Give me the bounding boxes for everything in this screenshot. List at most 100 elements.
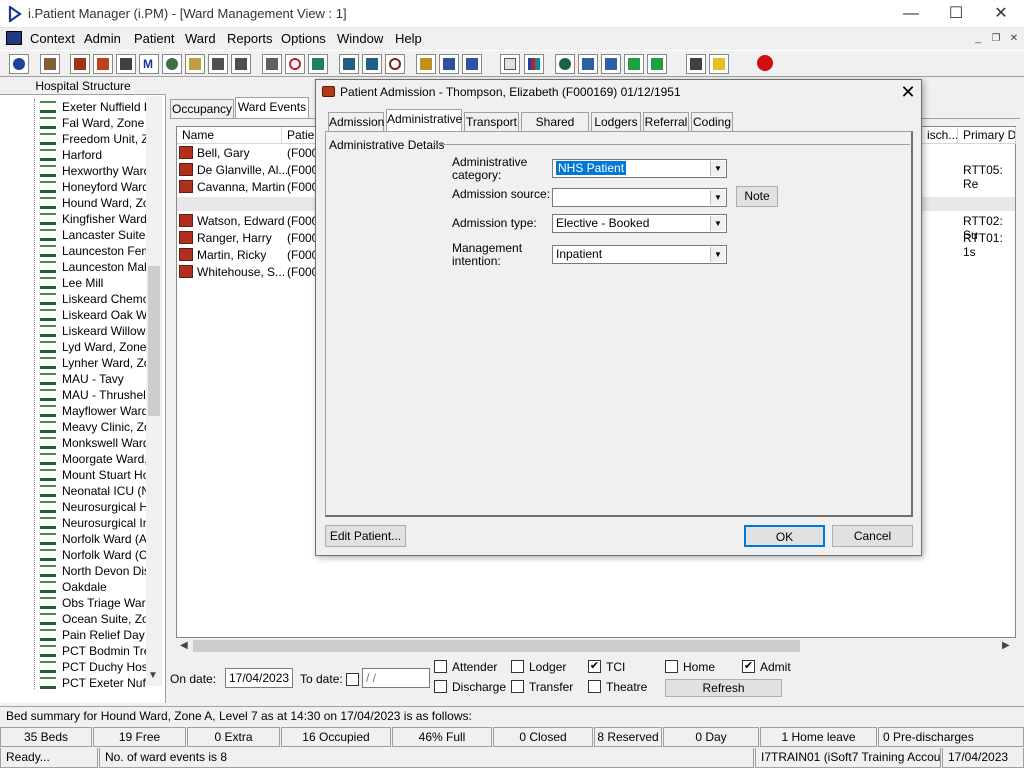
tab-admission[interactable]: Admission <box>328 112 384 131</box>
menu-reports[interactable]: Reports <box>227 31 273 46</box>
admit-checkbox[interactable]: ✔ <box>742 660 755 673</box>
ward-tree-item[interactable]: Monkswell Ward, <box>40 435 146 451</box>
refresh-button[interactable]: Refresh <box>665 679 782 697</box>
ward-tree-item[interactable]: Honeyford Ward, <box>40 179 146 195</box>
warning-tool-icon[interactable] <box>709 54 729 74</box>
notes-tool-icon[interactable] <box>185 54 205 74</box>
form-tool-icon[interactable] <box>362 54 382 74</box>
transport-tool-icon[interactable] <box>439 54 459 74</box>
chevron-down-icon[interactable]: ▼ <box>710 161 725 176</box>
bar-chart-tool-icon[interactable] <box>524 54 544 74</box>
ward-tree-item[interactable]: Norfolk Ward (Ad <box>40 531 146 547</box>
tab-shared-care[interactable]: Shared Care <box>521 112 589 147</box>
admin-category-select[interactable]: NHS Patient ▼ <box>552 159 727 178</box>
scroll-right-arrow-icon[interactable]: ▶ <box>1002 640 1010 651</box>
exit-tool-icon[interactable] <box>756 54 776 74</box>
letter-tool-icon[interactable] <box>416 54 436 74</box>
menu-context[interactable]: Context <box>30 31 75 46</box>
ward-tree-item[interactable]: Harford <box>40 147 146 163</box>
m-tool-icon[interactable]: M <box>139 54 159 74</box>
admission-source-select[interactable]: ▼ <box>552 188 727 207</box>
ward-tree-item[interactable]: PCT Bodmin Trea <box>40 643 146 659</box>
ward-tree-item[interactable]: Mayflower Ward, <box>40 403 146 419</box>
dialog-close-button[interactable]: ✕ <box>898 82 918 103</box>
tci-checkbox[interactable]: ✔ <box>588 660 601 673</box>
edit-patient-button[interactable]: Edit Patient... <box>325 525 406 547</box>
check-down-tool-icon[interactable] <box>578 54 598 74</box>
ward-tree-item[interactable]: North Devon Dist <box>40 563 146 579</box>
menu-window[interactable]: Window <box>337 31 383 46</box>
chart-tool-icon[interactable] <box>339 54 359 74</box>
ward-tree-item[interactable]: Neurosurgical Hig <box>40 499 146 515</box>
table-row[interactable]: Watson, Edward(F0001 <box>177 213 317 230</box>
ward-tree-item[interactable]: Launceston Male <box>40 259 146 275</box>
print-tool-icon[interactable] <box>40 54 60 74</box>
scroll-down-arrow-icon[interactable]: ▼ <box>148 670 158 681</box>
ward-tree-item[interactable]: Liskeard Willow V <box>40 323 146 339</box>
mdi-close-button[interactable]: ✕ <box>1006 32 1022 46</box>
monitor-tool-icon[interactable] <box>308 54 328 74</box>
menu-patient[interactable]: Patient <box>134 31 174 46</box>
tab-ward-events[interactable]: Ward Events <box>235 97 309 118</box>
ward-tree-item[interactable]: Liskeard Chemo D <box>40 291 146 307</box>
ward-tree-item[interactable]: PCT Exeter Nuffie <box>40 675 146 691</box>
scroll-left-arrow-icon[interactable]: ◀ <box>180 640 188 651</box>
ward-tree-item[interactable]: Moorgate Ward, Z <box>40 451 146 467</box>
attender-checkbox[interactable] <box>434 660 447 673</box>
to-date-checkbox[interactable] <box>346 673 359 686</box>
ward-tree-item[interactable]: Mount Stuart Hos <box>40 467 146 483</box>
ward-tree-item[interactable]: Neurosurgical Inte <box>40 515 146 531</box>
admission-type-select[interactable]: Elective - Booked ▼ <box>552 214 727 233</box>
chevron-down-icon[interactable]: ▼ <box>710 216 725 231</box>
theatre-checkbox[interactable] <box>588 680 601 693</box>
tree-vertical-scrollbar[interactable]: ▼ <box>146 96 162 686</box>
table-row[interactable]: De Glanville, Al...(F0001 <box>177 162 317 179</box>
mdi-document-icon[interactable] <box>6 31 22 45</box>
ok-button[interactable]: OK <box>744 525 825 547</box>
cancel-button[interactable]: Cancel <box>832 525 913 547</box>
grid-horizontal-scrollbar[interactable]: ◀ ▶ <box>176 638 1016 654</box>
tab-coding[interactable]: Coding <box>691 112 733 131</box>
menu-admin[interactable]: Admin <box>84 31 121 46</box>
doctor-tool-icon[interactable] <box>162 54 182 74</box>
column-header-primary-diag[interactable]: Primary Dia <box>958 127 1016 144</box>
lodger-checkbox[interactable] <box>511 660 524 673</box>
ward-tree-item[interactable]: Freedom Unit, Zo <box>40 131 146 147</box>
bed-tool-icon[interactable] <box>208 54 228 74</box>
ward-tree-item[interactable]: Lee Mill <box>40 275 146 291</box>
ward-tree-item[interactable]: Norfolk Ward (Co <box>40 547 146 563</box>
ward-tree-item[interactable]: Kingfisher Ward <box>40 211 146 227</box>
minimize-button[interactable]: — <box>888 0 934 28</box>
ward-tree-item[interactable]: MAU - Tavy <box>40 371 146 387</box>
tab-administrative[interactable]: Administrative <box>386 109 462 131</box>
tree-scroll-thumb[interactable] <box>148 266 160 416</box>
ward-tree-item[interactable]: Neonatal ICU (NN <box>40 483 146 499</box>
maximize-button[interactable]: ☐ <box>933 0 979 28</box>
tab-transport[interactable]: Transport <box>464 112 519 131</box>
menu-ward[interactable]: Ward <box>185 31 216 46</box>
grid-hscroll-thumb[interactable] <box>193 640 800 652</box>
close-button[interactable]: ✕ <box>978 0 1024 28</box>
discharge-checkbox[interactable] <box>434 680 447 693</box>
table-row[interactable]: Whitehouse, S...(F0002 <box>177 264 317 281</box>
mdi-restore-button[interactable]: ❐ <box>988 32 1004 46</box>
ward-tree-item[interactable]: MAU - Thrushel <box>40 387 146 403</box>
document-tool-icon[interactable] <box>500 54 520 74</box>
exclude-tool-icon[interactable] <box>262 54 282 74</box>
transfer-checkbox[interactable] <box>511 680 524 693</box>
ward-tree-item[interactable]: Pain Relief Day C <box>40 627 146 643</box>
home-checkbox[interactable] <box>665 660 678 673</box>
ward-tree-item[interactable]: Hexworthy Ward, <box>40 163 146 179</box>
menu-options[interactable]: Options <box>281 31 326 46</box>
ward-tree-item[interactable]: Fal Ward, Zone E <box>40 115 146 131</box>
patient-search-tool-icon[interactable] <box>9 54 29 74</box>
table-row[interactable]: Cavanna, Martin(F0001 <box>177 179 317 196</box>
chevron-down-icon[interactable]: ▼ <box>710 247 725 262</box>
tab-referral[interactable]: Referral <box>643 112 689 131</box>
clock-tool-icon[interactable] <box>285 54 305 74</box>
ward-tree-item[interactable]: Exeter Nuffield He <box>40 99 146 115</box>
column-header-disch[interactable]: isch... <box>922 127 958 144</box>
admit-tool-icon[interactable] <box>93 54 113 74</box>
ward-tool-icon[interactable] <box>70 54 90 74</box>
ward-tree-item[interactable]: Meavy Clinic, Zor <box>40 419 146 435</box>
